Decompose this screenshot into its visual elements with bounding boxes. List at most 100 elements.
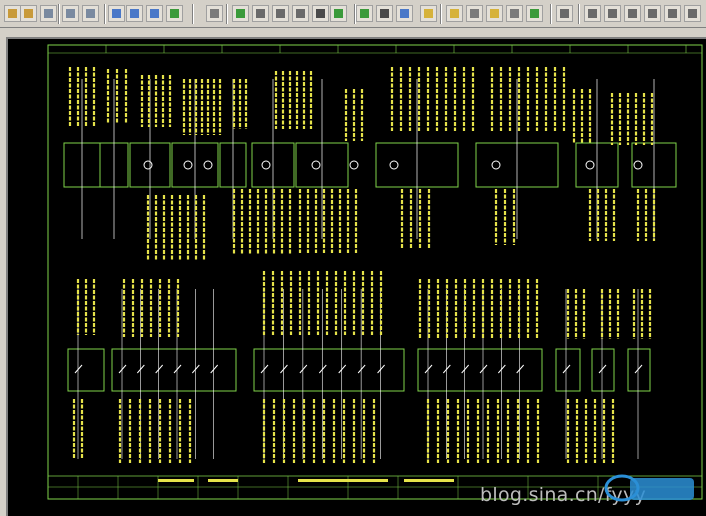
wire-icon [256,9,265,18]
note-icon [490,9,499,18]
breaker-symbol [389,160,399,170]
switch-symbol [377,364,385,374]
cut-icon [112,9,121,18]
wire-button[interactable] [252,5,269,22]
tool-5-button[interactable] [644,5,661,22]
switch-symbol [442,364,451,374]
arc-button[interactable] [356,5,373,22]
component-icon [276,9,285,18]
tool-3-button[interactable] [604,5,621,22]
title-block-text [298,479,388,482]
rect-button[interactable] [376,5,393,22]
switch-symbol [318,364,327,374]
switch-symbol [338,364,347,374]
tool-7-button[interactable] [684,5,701,22]
logo-icon [604,474,694,502]
switch-symbol [299,364,308,374]
preview-icon [86,9,95,18]
breaker-symbol [633,160,643,170]
breaker-symbol [143,160,153,170]
tool-7-icon [688,9,697,18]
save-icon [24,9,33,18]
table-icon [424,9,433,18]
distribution-box [555,348,581,392]
save-all-button[interactable] [40,5,57,22]
line-button[interactable] [232,5,249,22]
drawing-canvas[interactable] [6,37,706,516]
tool-2-button[interactable] [584,5,601,22]
list-icon [510,9,519,18]
cut-button[interactable] [108,5,125,22]
tool-6-button[interactable] [664,5,681,22]
save-button[interactable] [20,5,37,22]
edit-button[interactable] [292,5,309,22]
refresh-button[interactable] [526,5,543,22]
schematic-drawing [47,44,703,500]
switch-symbol [74,364,83,374]
edit-icon [296,9,305,18]
refresh-icon [530,9,539,18]
copy-icon [130,9,139,18]
switch-symbol [479,364,488,374]
distribution-box [627,348,651,392]
switch-symbol [424,364,433,374]
distribution-box [111,348,237,392]
table-button[interactable] [420,5,437,22]
switch-symbol [516,364,525,374]
distribution-box [417,348,543,392]
breaker-symbol [311,160,321,170]
switch-symbol [118,364,127,374]
switch-symbol [136,364,145,374]
copy-button[interactable] [126,5,143,22]
component-button[interactable] [272,5,289,22]
toolbar-separator [58,4,60,24]
block-icon [316,9,325,18]
tool-1-button[interactable] [556,5,573,22]
toolbar [0,0,706,28]
switch-symbol [191,364,200,374]
rect-icon [380,9,389,18]
undo-button[interactable] [166,5,183,22]
title-block-text [158,479,194,482]
tool-2-icon [588,9,597,18]
breaker-symbol [261,160,271,170]
breaker-symbol [203,160,213,170]
switch-symbol [173,364,182,374]
layer-button[interactable] [466,5,483,22]
paste-icon [150,9,159,18]
switch-symbol [357,364,366,374]
paste-button[interactable] [146,5,163,22]
distribution-box [253,348,405,392]
list-button[interactable] [506,5,523,22]
block-button[interactable] [312,5,329,22]
title-block-text [208,479,238,482]
grid-button[interactable] [446,5,463,22]
distribution-box [67,348,105,392]
open-icon [8,9,17,18]
tool-5-icon [648,9,657,18]
tool-4-icon [628,9,637,18]
tool-6-icon [668,9,677,18]
preview-button[interactable] [82,5,99,22]
switch-symbol [598,364,607,374]
switch-symbol [461,364,470,374]
title-block-text [404,479,454,482]
note-button[interactable] [486,5,503,22]
toolbar-separator [440,4,442,24]
arc-icon [360,9,369,18]
grid-icon [450,9,459,18]
pointer-button[interactable] [206,5,223,22]
print-button[interactable] [62,5,79,22]
tool-3-icon [608,9,617,18]
open-button[interactable] [4,5,21,22]
toolbar-separator [104,4,106,24]
toolbar-separator [578,4,580,24]
breaker-symbol [183,160,193,170]
undo-icon [170,9,179,18]
frame-button[interactable] [396,5,413,22]
tool-4-button[interactable] [624,5,641,22]
line-icon [236,9,245,18]
drawing-border [47,44,703,500]
text-button[interactable] [330,5,347,22]
switch-symbol [634,364,643,374]
